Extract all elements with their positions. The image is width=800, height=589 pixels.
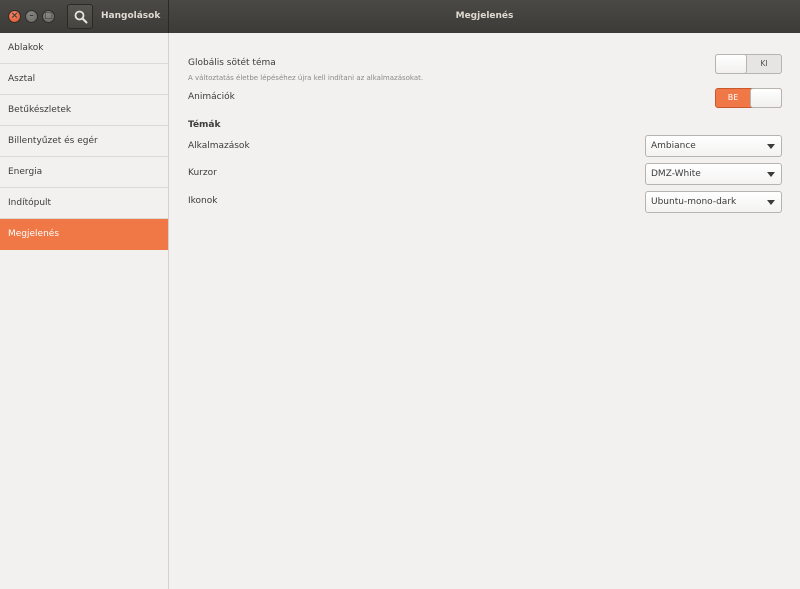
icon-theme-label: Ikonok xyxy=(188,196,218,206)
themes-header: Témák xyxy=(188,120,221,130)
icon-theme-dropdown[interactable]: Ubuntu-mono-dark xyxy=(645,191,782,213)
minimize-window-button[interactable]: – xyxy=(25,10,38,23)
cursor-theme-label: Kurzor xyxy=(188,168,217,178)
apps-theme-value: Ambiance xyxy=(651,141,696,151)
dark-theme-label: Globális sötét téma xyxy=(188,58,276,68)
search-icon xyxy=(74,10,88,24)
sidebar-item-appearance[interactable]: Megjelenés xyxy=(0,219,168,250)
title-bar: × – □ Hangolások Megjelenés xyxy=(0,0,800,33)
sidebar-item-fonts[interactable]: Betűkészletek xyxy=(0,95,168,126)
apps-theme-label: Alkalmazások xyxy=(188,141,250,151)
animations-label: Animációk xyxy=(188,92,235,102)
chevron-down-icon xyxy=(767,144,775,149)
animations-switch[interactable]: BE xyxy=(715,88,782,108)
dark-theme-hint: A változtatás életbe lépéséhez újra kell… xyxy=(188,74,424,82)
sidebar-item-keyboard-mouse[interactable]: Billentyűzet és egér xyxy=(0,126,168,157)
sidebar-item-windows[interactable]: Ablakok xyxy=(0,33,168,64)
appearance-panel: Globális sötét téma A változtatás életbe… xyxy=(169,33,800,589)
maximize-window-button[interactable]: □ xyxy=(42,10,55,23)
chevron-down-icon xyxy=(767,200,775,205)
search-button[interactable] xyxy=(67,4,93,29)
cursor-theme-dropdown[interactable]: DMZ-White xyxy=(645,163,782,185)
minimize-icon: – xyxy=(29,11,34,21)
sidebar-item-launcher[interactable]: Indítópult xyxy=(0,188,168,219)
switch-knob xyxy=(715,54,747,74)
app-title: Hangolások xyxy=(101,11,161,21)
maximize-icon: □ xyxy=(44,11,53,21)
page-title: Megjelenés xyxy=(455,11,514,21)
sidebar-item-desktop[interactable]: Asztal xyxy=(0,64,168,95)
apps-theme-dropdown[interactable]: Ambiance xyxy=(645,135,782,157)
cursor-theme-value: DMZ-White xyxy=(651,169,701,179)
dark-theme-state: KI xyxy=(760,59,768,68)
chevron-down-icon xyxy=(767,172,775,177)
dark-theme-switch[interactable]: KI xyxy=(715,54,782,74)
sidebar-item-power[interactable]: Energia xyxy=(0,157,168,188)
close-window-button[interactable]: × xyxy=(8,10,21,23)
sidebar: Ablakok Asztal Betűkészletek Billentyűze… xyxy=(0,33,169,589)
close-icon: × xyxy=(10,11,19,21)
animations-state: BE xyxy=(727,93,739,102)
icon-theme-value: Ubuntu-mono-dark xyxy=(651,197,737,207)
switch-knob xyxy=(750,88,782,108)
